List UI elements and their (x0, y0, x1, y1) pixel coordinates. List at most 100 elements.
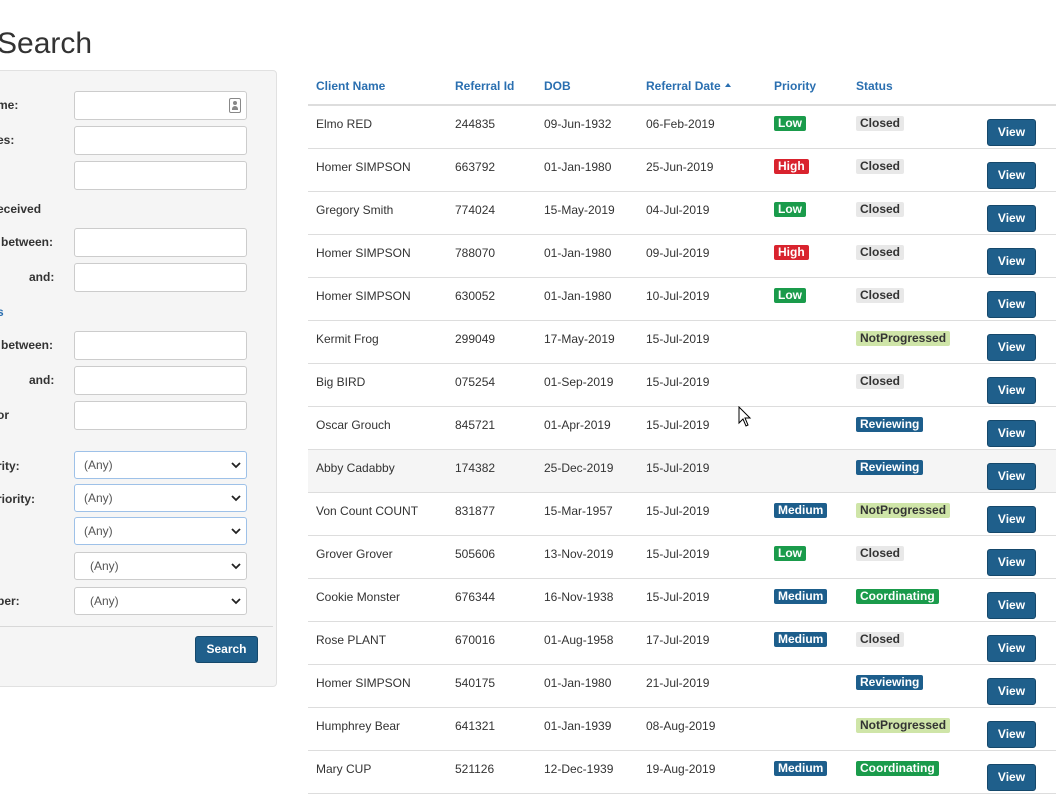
view-button[interactable]: View (987, 248, 1036, 275)
panel-divider (0, 626, 273, 627)
member-select[interactable]: (Any) (74, 587, 247, 615)
table-body: Elmo RED 244835 09-Jun-1932 06-Feb-2019 Low C… (308, 106, 1056, 794)
dob-cell: 01-Apr-2019 (544, 418, 611, 432)
dob-cell: 01-Aug-1958 (544, 633, 614, 647)
header-priority[interactable]: Priority (774, 79, 816, 93)
received-from-input[interactable] (74, 228, 247, 257)
dob-cell: 15-May-2019 (544, 203, 615, 217)
secondary-priority-label: riority: (0, 492, 36, 506)
referral-id-cell: 831877 (455, 504, 496, 518)
dob-between-label: between: (1, 338, 54, 352)
team-select[interactable]: (Any) (74, 552, 247, 580)
referral-id-cell: 174382 (455, 461, 496, 475)
referral-date-cell: 04-Jul-2019 (646, 203, 710, 217)
extra-input[interactable] (74, 161, 247, 190)
referral-id-cell: 641321 (455, 719, 496, 733)
view-button[interactable]: View (987, 291, 1036, 318)
referral-date-cell: 15-Jul-2019 (646, 418, 710, 432)
referral-date-cell: 15-Jul-2019 (646, 547, 710, 561)
status-select[interactable]: (Any) (74, 517, 247, 545)
aliases-input[interactable] (74, 126, 247, 155)
table-row: Big BIRD 075254 01-Sep-2019 15-Jul-2019 Clos… (308, 364, 1056, 407)
member-label: ber: (0, 594, 20, 608)
referral-id-cell: 505606 (455, 547, 496, 561)
status-badge: Reviewing (856, 417, 924, 432)
view-button[interactable]: View (987, 635, 1036, 662)
dob-cell: 15-Mar-1957 (544, 504, 613, 518)
client-name-cell: Elmo RED (316, 117, 373, 131)
referral-id-cell: 788070 (455, 246, 496, 260)
client-name-cell: Cookie Monster (316, 590, 401, 604)
name-input[interactable] (74, 91, 247, 120)
status-badge: Closed (856, 288, 905, 303)
name-label: me: (0, 98, 19, 112)
referral-id-cell: 676344 (455, 590, 496, 604)
table-row: Kermit Frog 299049 17-May-2019 15-Jul-2019 N… (308, 321, 1056, 364)
referral-id-cell: 540175 (455, 676, 496, 690)
dob-to-input[interactable] (74, 366, 247, 395)
worker-input[interactable] (74, 401, 247, 430)
header-referral-date-label: Referral Date (646, 79, 721, 93)
referral-date-cell: 15-Jul-2019 (646, 332, 710, 346)
priority-badge: Medium (774, 761, 828, 776)
dob-from-input[interactable] (74, 331, 247, 360)
view-button[interactable]: View (987, 764, 1036, 791)
client-name-cell: Homer SIMPSON (316, 246, 411, 260)
view-button[interactable]: View (987, 678, 1036, 705)
view-button[interactable]: View (987, 592, 1036, 619)
status-badge: Closed (856, 632, 905, 647)
header-referral-date[interactable]: Referral Date (646, 79, 731, 93)
received-to-input[interactable] (74, 263, 247, 292)
priority-badge: Medium (774, 503, 828, 518)
view-button[interactable]: View (987, 506, 1036, 533)
referral-id-cell: 663792 (455, 160, 496, 174)
chevron-down-icon (231, 598, 241, 605)
referral-date-cell: 08-Aug-2019 (646, 719, 716, 733)
client-name-cell: Rose PLANT (316, 633, 387, 647)
header-status[interactable]: Status (856, 79, 893, 93)
table-row: Abby Cadabby 174382 25-Dec-2019 15-Jul-2019… (308, 450, 1056, 493)
view-button[interactable]: View (987, 377, 1036, 404)
dob-cell: 12-Dec-1939 (544, 762, 614, 776)
header-referral-id[interactable]: Referral Id (455, 79, 514, 93)
status-badge: NotProgressed (856, 331, 951, 346)
table-row: Elmo RED 244835 09-Jun-1932 06-Feb-2019 Low C… (308, 106, 1056, 149)
view-button[interactable]: View (987, 463, 1036, 490)
contact-card-icon[interactable] (229, 98, 241, 113)
client-name-cell: Grover Grover (316, 547, 393, 561)
view-button[interactable]: View (987, 420, 1036, 447)
client-name-cell: Homer SIMPSON (316, 676, 411, 690)
team-label: : (0, 559, 1, 573)
mouse-pointer-icon (738, 406, 752, 427)
priority-select[interactable]: (Any) (74, 451, 247, 479)
view-button[interactable]: View (987, 205, 1036, 232)
priority-label: rity: (0, 459, 20, 473)
secondary-priority-select[interactable]: (Any) (74, 484, 247, 512)
header-dob[interactable]: DOB (544, 79, 571, 93)
priority-badge: Low (774, 116, 806, 131)
client-name-cell: Big BIRD (316, 375, 366, 389)
status-badge: NotProgressed (856, 503, 951, 518)
view-button[interactable]: View (987, 721, 1036, 748)
priority-badge: High (774, 159, 809, 174)
header-client-name[interactable]: Client Name (316, 79, 385, 93)
dob-cell: 17-May-2019 (544, 332, 615, 346)
table-row: Grover Grover 505606 13-Nov-2019 15-Jul-201… (308, 536, 1056, 579)
chevron-down-icon (231, 462, 241, 469)
priority-badge: High (774, 245, 809, 260)
view-button[interactable]: View (987, 119, 1036, 146)
referral-date-cell: 10-Jul-2019 (646, 289, 710, 303)
search-button[interactable]: Search (195, 636, 258, 663)
dob-section-label: s (0, 305, 4, 319)
table-row: Mary CUP 521126 12-Dec-1939 19-Aug-2019 Medi… (308, 751, 1056, 794)
table-row: Homer SIMPSON 630052 01-Jan-1980 10-Jul-201… (308, 278, 1056, 321)
view-button[interactable]: View (987, 162, 1036, 189)
view-button[interactable]: View (987, 334, 1036, 361)
dob-cell: 01-Jan-1939 (544, 719, 612, 733)
team-select-value: (Any) (90, 559, 119, 573)
view-button[interactable]: View (987, 549, 1036, 576)
client-name-cell: Von Count COUNT (316, 504, 419, 518)
client-name-cell: Humphrey Bear (316, 719, 401, 733)
referral-date-cell: 19-Aug-2019 (646, 762, 716, 776)
status-badge: Reviewing (856, 675, 924, 690)
